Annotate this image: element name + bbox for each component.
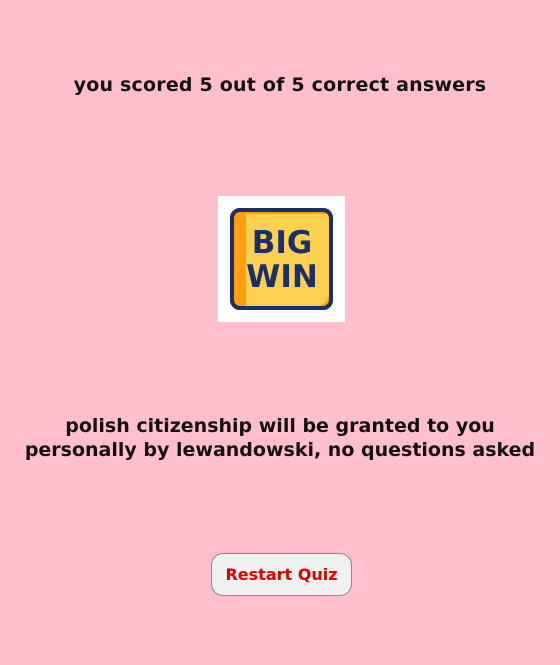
score-heading: you scored 5 out of 5 correct answers — [73, 74, 487, 96]
big-win-icon: BIG WIN — [218, 196, 345, 322]
badge-line-win: WIN — [246, 259, 318, 295]
badge-line-big: BIG — [252, 225, 313, 261]
restart-quiz-button[interactable]: Restart Quiz — [211, 553, 352, 596]
result-message: polish citizenship will be granted to yo… — [24, 415, 536, 461]
